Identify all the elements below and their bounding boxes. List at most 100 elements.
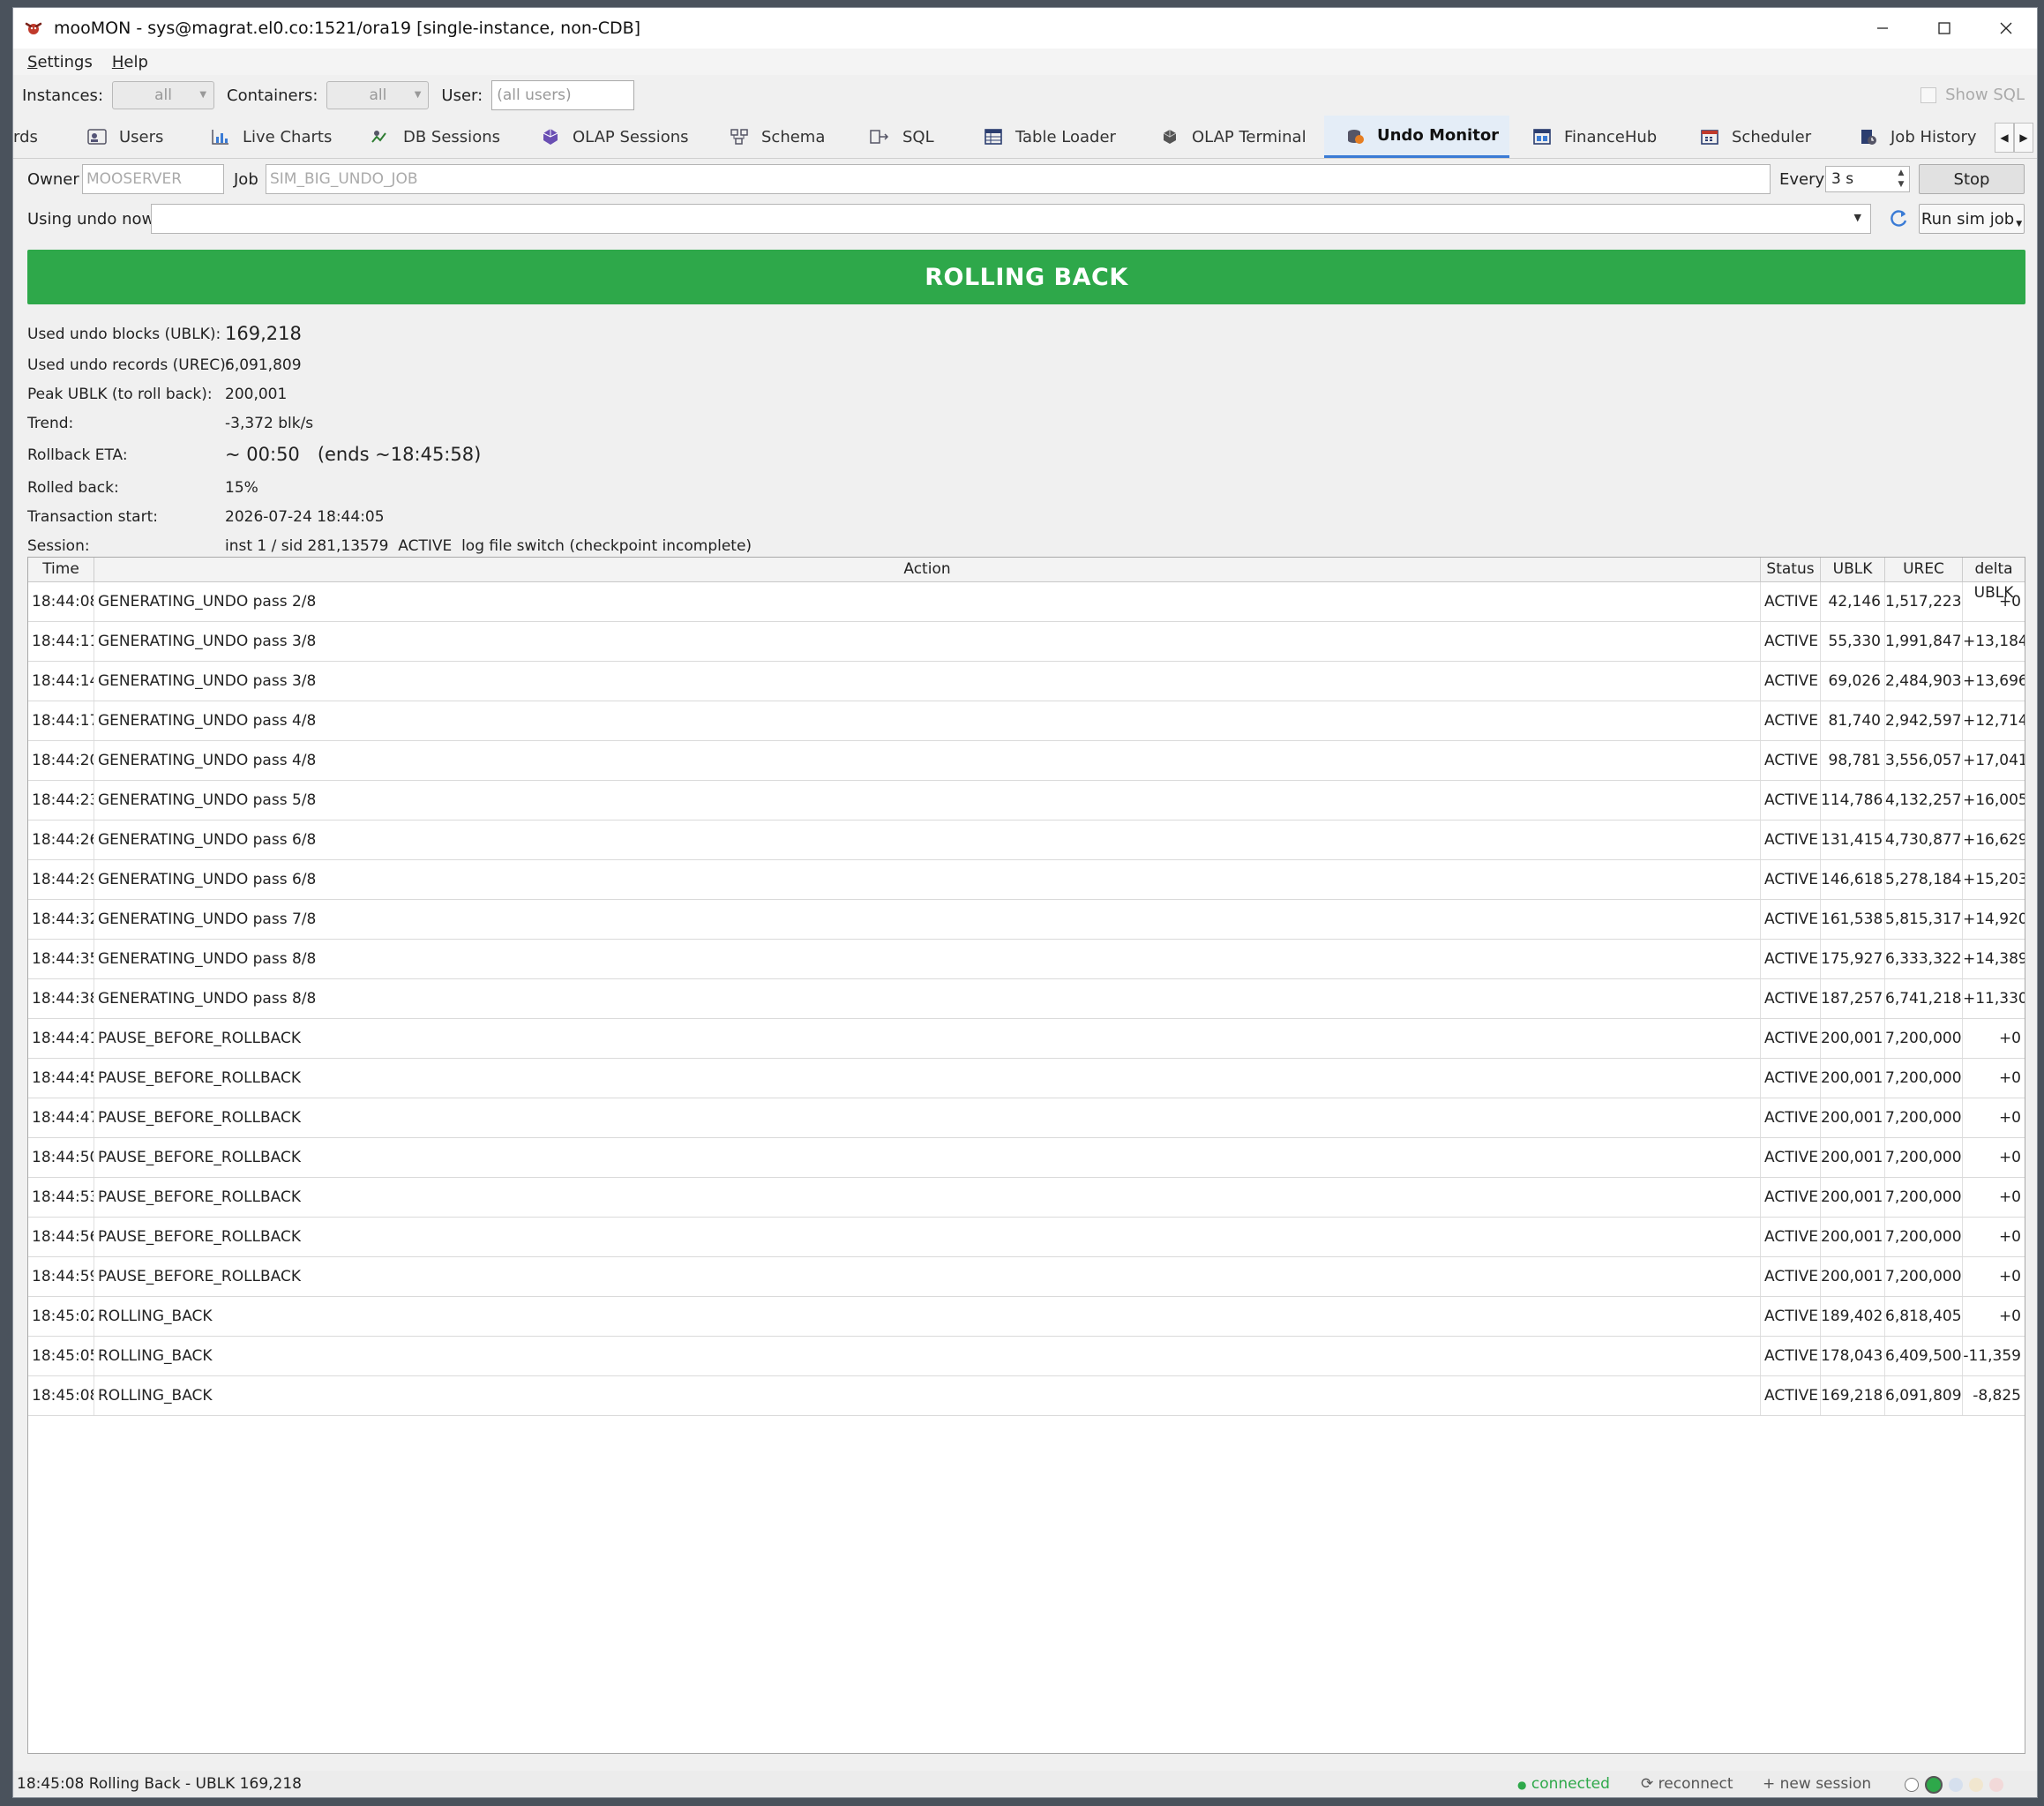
cell-ublk: 131,415 (1821, 821, 1885, 859)
stop-button[interactable]: Stop (1919, 164, 2025, 194)
theme-dot-white[interactable] (1905, 1778, 1919, 1792)
cell-ublk: 200,001 (1821, 1019, 1885, 1058)
undo-history-table[interactable]: Time Action Status UBLK UREC delta UBLK … (27, 557, 2025, 1754)
cell-time: 18:44:53 (28, 1178, 94, 1217)
tab-olap-sessions[interactable]: OLAP Sessions (541, 116, 689, 158)
table-row[interactable]: 18:44:14 GENERATING_UNDO pass 3/8 ACTIVE 69… (28, 662, 2025, 701)
every-label: Every (1779, 170, 1825, 189)
table-row[interactable]: 18:44:53 PAUSE_BEFORE_ROLLBACK ACTIVE 200,0… (28, 1178, 2025, 1218)
table-row[interactable]: 18:44:32 GENERATING_UNDO pass 7/8 ACTIVE 16… (28, 900, 2025, 940)
containers-combo[interactable]: all ▼ (326, 81, 430, 109)
cell-action: PAUSE_BEFORE_ROLLBACK (94, 1257, 1761, 1296)
cell-urec: 6,091,809 (1885, 1376, 1963, 1415)
table-row[interactable]: 18:44:59 PAUSE_BEFORE_ROLLBACK ACTIVE 200,0… (28, 1257, 2025, 1297)
menu-settings[interactable]: Settings (27, 53, 93, 71)
theme-dot-green[interactable] (1925, 1776, 1943, 1794)
table-row[interactable]: 18:44:47 PAUSE_BEFORE_ROLLBACK ACTIVE 200,0… (28, 1098, 2025, 1138)
table-row[interactable]: 18:44:35 GENERATING_UNDO pass 8/8 ACTIVE 17… (28, 940, 2025, 979)
user-label: User: (441, 86, 483, 105)
tab-schema[interactable]: Schema (730, 116, 825, 158)
theme-dot-blue[interactable] (1949, 1778, 1963, 1792)
table-row[interactable]: 18:44:45 PAUSE_BEFORE_ROLLBACK ACTIVE 200,0… (28, 1059, 2025, 1098)
table-row[interactable]: 18:44:17 GENERATING_UNDO pass 4/8 ACTIVE 81… (28, 701, 2025, 741)
terminal-icon (1163, 130, 1177, 144)
status-bar: 18:45:08 Rolling Back - UBLK 169,218 ● c… (13, 1771, 2037, 1797)
table-row[interactable]: 18:44:56 PAUSE_BEFORE_ROLLBACK ACTIVE 200,0… (28, 1218, 2025, 1257)
refresh-button[interactable] (1887, 206, 1910, 234)
tab-users[interactable]: Users (87, 116, 163, 158)
connected-dot-icon: ● (1517, 1779, 1527, 1791)
table-row[interactable]: 18:44:29 GENERATING_UNDO pass 6/8 ACTIVE 14… (28, 860, 2025, 900)
cell-time: 18:44:17 (28, 701, 94, 740)
olap-icon (543, 129, 558, 145)
tab-reports-label: rds (13, 127, 38, 146)
close-button[interactable] (1975, 8, 2037, 49)
new-session-link[interactable]: + new session (1763, 1775, 1871, 1793)
table-row[interactable]: 18:44:26 GENERATING_UNDO pass 6/8 ACTIVE 13… (28, 821, 2025, 860)
tab-reports[interactable]: rds (13, 116, 38, 158)
tab-scroll-right-button[interactable]: ▶ (2014, 123, 2033, 153)
using-undo-dropdown[interactable]: ▼ (151, 204, 1871, 234)
cell-time: 18:44:29 (28, 860, 94, 899)
spin-arrows-icon[interactable]: ▲ ▼ (1895, 168, 1907, 191)
cell-delta-ublk: +0 (1998, 1030, 2021, 1047)
column-header-ublk[interactable]: UBLK (1821, 558, 1885, 581)
show-sql-toggle[interactable]: Show SQL (1920, 86, 2025, 104)
chevron-right-icon: ▶ (2019, 131, 2028, 144)
tab-db-sessions[interactable]: DB Sessions (370, 116, 500, 158)
run-sim-job-button[interactable]: Run sim job ▼ (1919, 204, 2025, 234)
cell-action: PAUSE_BEFORE_ROLLBACK (94, 1218, 1761, 1256)
column-header-status[interactable]: Status (1761, 558, 1821, 581)
maximize-button[interactable] (1913, 8, 1975, 49)
table-row[interactable]: 18:44:38 GENERATING_UNDO pass 8/8 ACTIVE 18… (28, 979, 2025, 1019)
table-row[interactable]: 18:44:11 GENERATING_UNDO pass 3/8 ACTIVE 55… (28, 622, 2025, 662)
app-window: mooMON - sys@magrat.el0.co:1521/ora19 [s… (12, 7, 2038, 1798)
table-row[interactable]: 18:44:41 PAUSE_BEFORE_ROLLBACK ACTIVE 200,0… (28, 1019, 2025, 1059)
sql-icon (870, 130, 889, 144)
instances-combo[interactable]: all ▼ (112, 81, 215, 109)
table-body: 18:44:08 GENERATING_UNDO pass 2/8 ACTIVE 42… (28, 582, 2025, 1416)
column-header-delta-ublk[interactable]: delta UBLK (1963, 558, 2025, 602)
theme-dot-rose[interactable] (1989, 1778, 2003, 1792)
user-input[interactable]: (all users) (491, 80, 635, 110)
title-bar[interactable]: mooMON - sys@magrat.el0.co:1521/ora19 [s… (13, 8, 2037, 49)
cell-ublk: 175,927 (1821, 940, 1885, 978)
stat-value: ~ 00:50 (ends ~18:45:58) (225, 444, 482, 465)
cell-ublk: 200,001 (1821, 1059, 1885, 1098)
tab-undo-monitor[interactable]: Undo Monitor (1324, 116, 1509, 158)
table-row[interactable]: 18:45:02 ROLLING_BACK ACTIVE 189,402 6,818,4… (28, 1297, 2025, 1337)
job-input[interactable]: SIM_BIG_UNDO_JOB (266, 164, 1771, 194)
table-icon (985, 129, 1002, 145)
column-header-time[interactable]: Time (28, 558, 94, 581)
tab-undo-monitor-label: Undo Monitor (1377, 126, 1500, 145)
tab-job-history[interactable]: Job History (1859, 116, 1977, 158)
menu-help[interactable]: Help (112, 53, 148, 71)
cell-delta-ublk: +0 (1998, 1228, 2021, 1246)
cell-urec: 7,200,000 (1885, 1019, 1963, 1058)
table-row[interactable]: 18:44:50 PAUSE_BEFORE_ROLLBACK ACTIVE 200,0… (28, 1138, 2025, 1178)
column-header-action[interactable]: Action (94, 558, 1761, 581)
tab-table-loader[interactable]: Table Loader (984, 116, 1116, 158)
table-row[interactable]: 18:44:20 GENERATING_UNDO pass 4/8 ACTIVE 98… (28, 741, 2025, 781)
using-undo-row: Using undo now ▼ Run sim job ▼ (13, 199, 2037, 238)
tab-scheduler[interactable]: Scheduler (1700, 116, 1811, 158)
tab-live-charts[interactable]: Live Charts (211, 116, 332, 158)
table-row[interactable]: 18:45:05 ROLLING_BACK ACTIVE 178,043 6,409,5… (28, 1337, 2025, 1376)
owner-input[interactable]: MOOSERVER (82, 164, 224, 194)
tab-sql[interactable]: SQL (869, 116, 934, 158)
tab-olap-terminal[interactable]: OLAP Terminal (1160, 116, 1307, 158)
every-spinbox[interactable]: 3 s ▲ ▼ (1825, 166, 1910, 192)
cell-status: ACTIVE (1761, 1297, 1821, 1336)
show-sql-checkbox[interactable] (1920, 86, 1937, 103)
table-row[interactable]: 18:44:23 GENERATING_UNDO pass 5/8 ACTIVE 11… (28, 781, 2025, 821)
table-row[interactable]: 18:44:08 GENERATING_UNDO pass 2/8 ACTIVE 42… (28, 582, 2025, 622)
cell-action: PAUSE_BEFORE_ROLLBACK (94, 1178, 1761, 1217)
minimize-button[interactable] (1852, 8, 1913, 49)
tab-financehub[interactable]: FinanceHub (1532, 116, 1657, 158)
table-row[interactable]: 18:45:08 ROLLING_BACK ACTIVE 169,218 6,091,8… (28, 1376, 2025, 1416)
theme-dot-cream[interactable] (1969, 1778, 1983, 1792)
tab-schema-label: Schema (761, 127, 826, 146)
column-header-urec[interactable]: UREC (1885, 558, 1963, 581)
tab-scroll-left-button[interactable]: ◀ (1995, 123, 2014, 153)
reconnect-link[interactable]: ⟳ reconnect (1641, 1775, 1733, 1793)
